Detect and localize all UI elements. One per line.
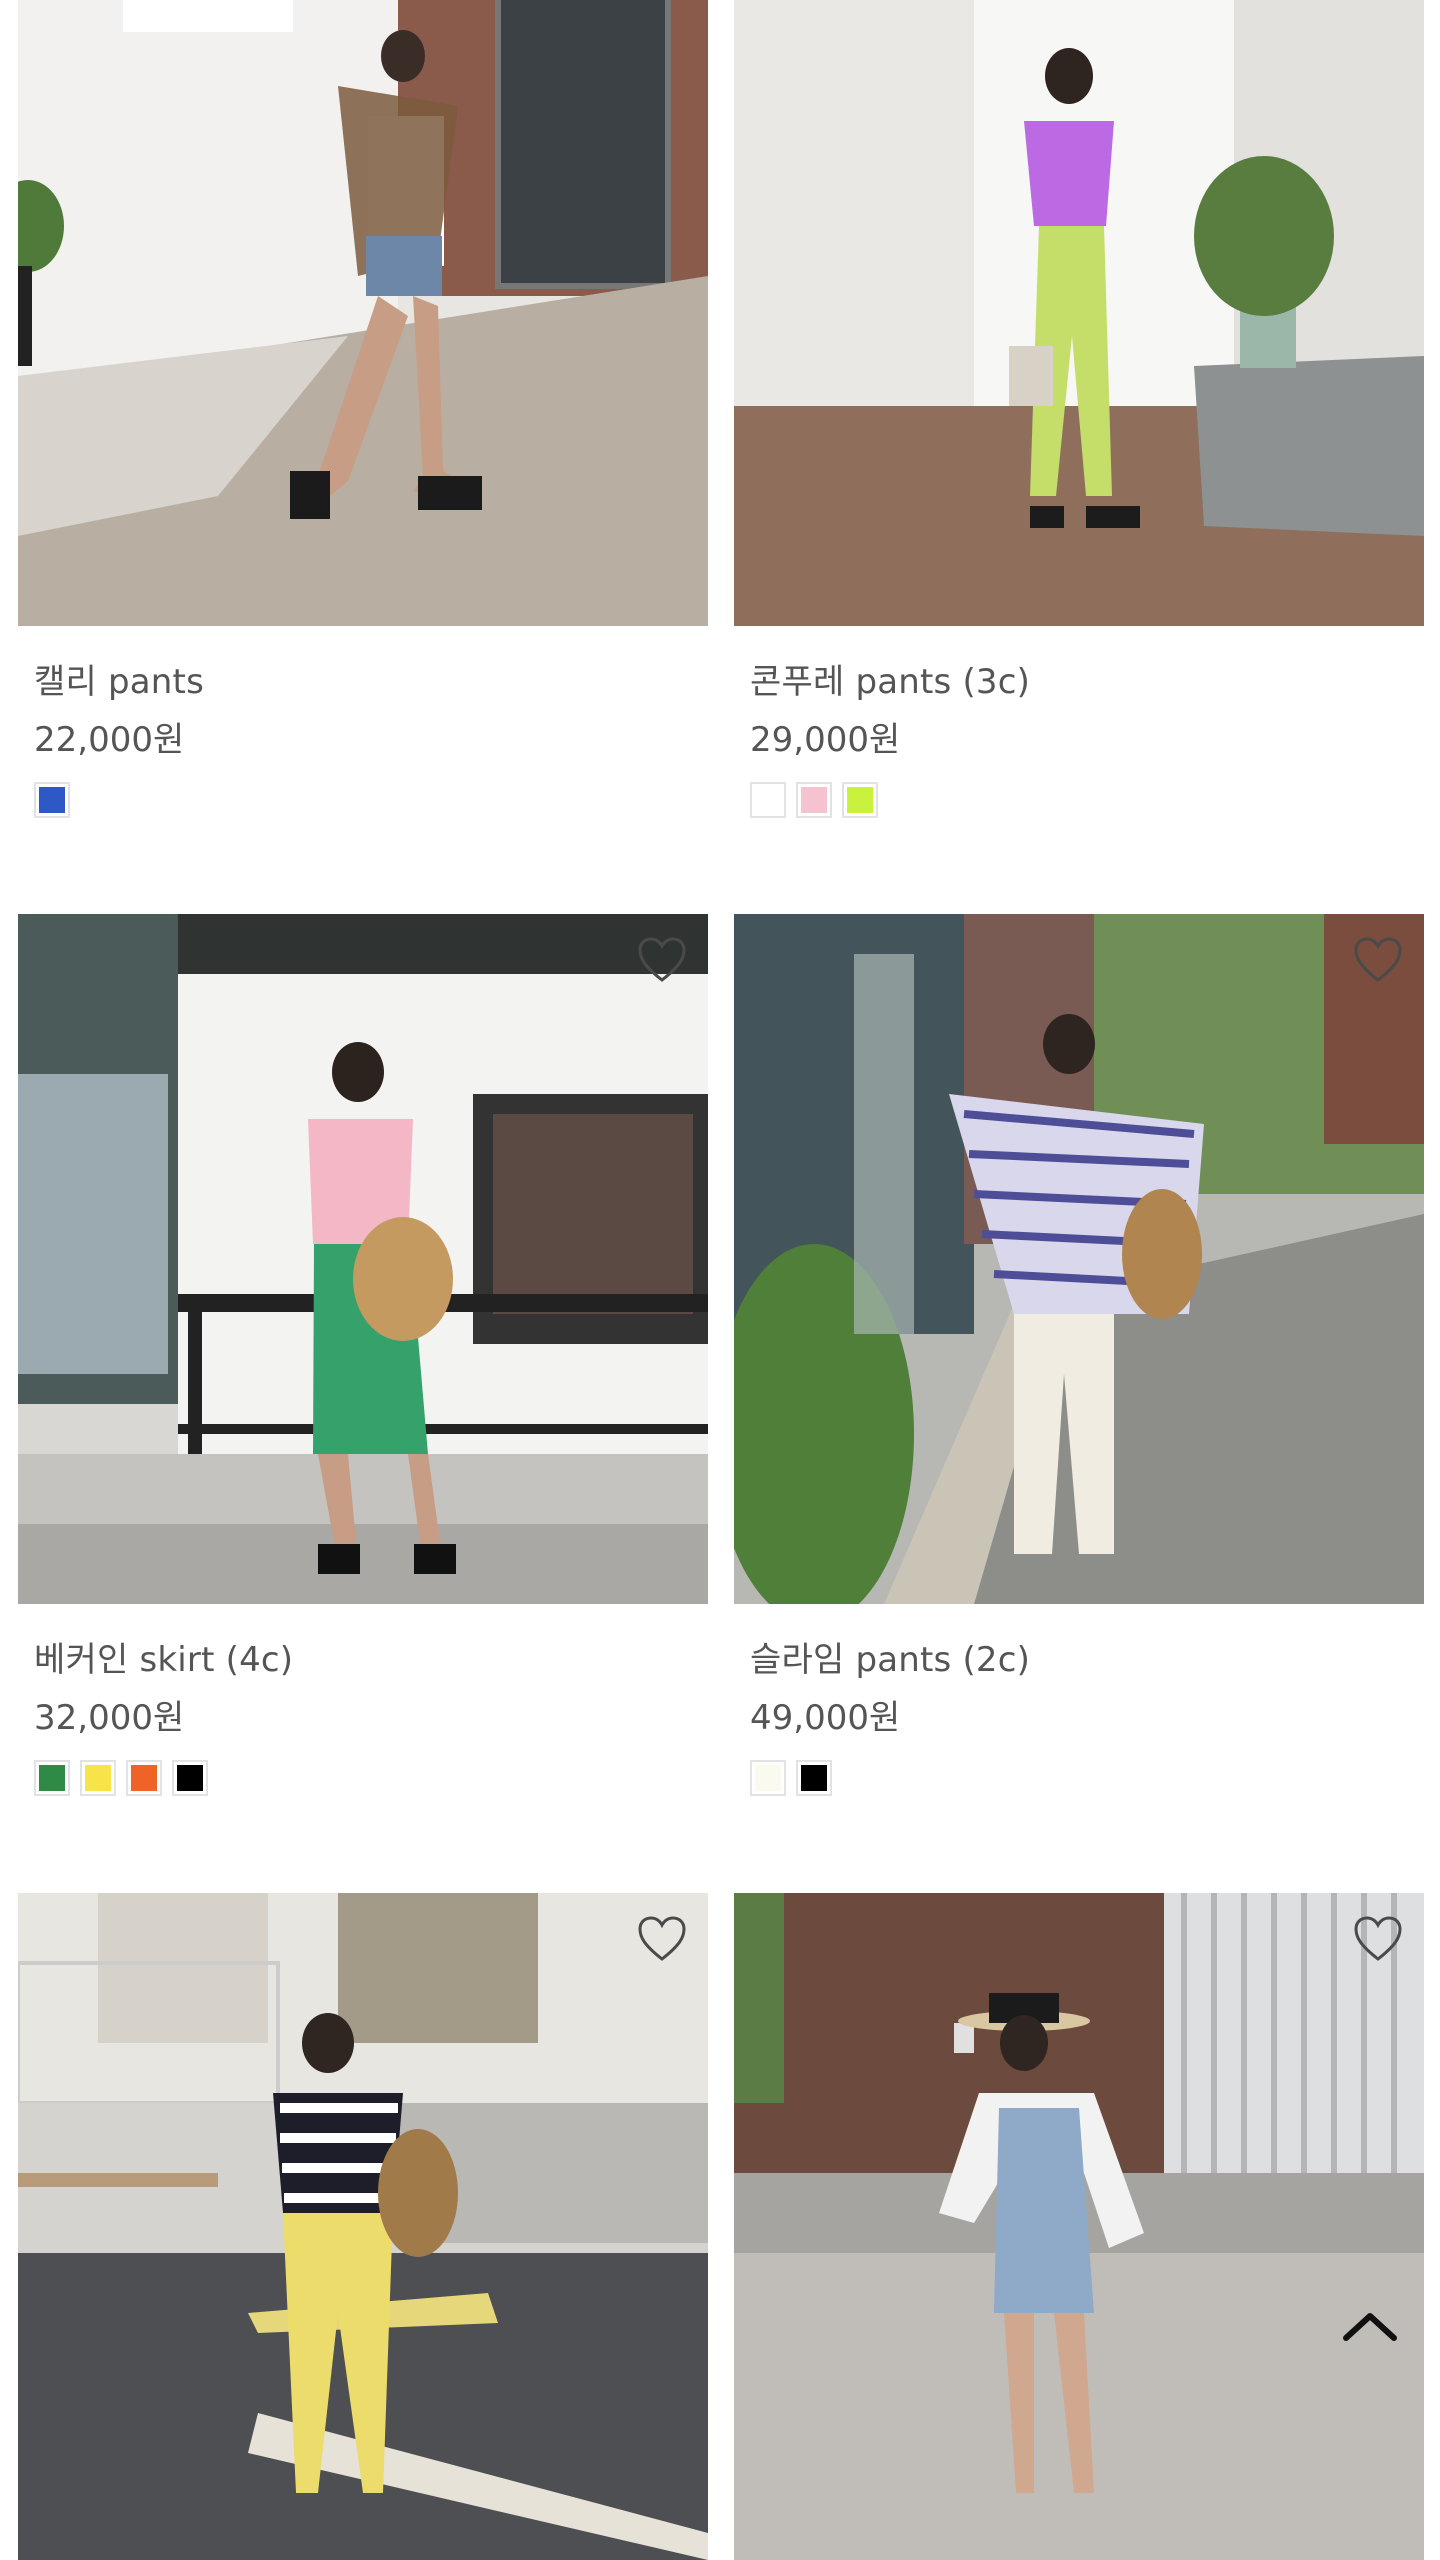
product-image[interactable]: [734, 0, 1424, 626]
product-image[interactable]: [734, 914, 1424, 1604]
product-name[interactable]: 베커인 skirt (4c): [34, 1632, 293, 1681]
product-card[interactable]: [18, 1893, 708, 2560]
color-swatch[interactable]: [796, 1760, 832, 1796]
product-price: 49,000원: [750, 1698, 901, 1738]
product-name[interactable]: 슬라임 pants (2c): [750, 1632, 1030, 1681]
wishlist-heart-icon[interactable]: [1350, 932, 1406, 988]
color-swatches: [34, 782, 70, 818]
product-card[interactable]: 캘리 pants 22,000원: [18, 0, 708, 860]
color-swatches: [750, 782, 878, 818]
product-price: 29,000원: [750, 720, 901, 760]
wishlist-heart-icon[interactable]: [1350, 1911, 1406, 1967]
color-swatch[interactable]: [80, 1760, 116, 1796]
product-card[interactable]: [734, 1893, 1424, 2560]
product-name[interactable]: 캘리 pants: [34, 654, 204, 703]
product-price: 32,000원: [34, 1698, 185, 1738]
color-swatch[interactable]: [750, 782, 786, 818]
product-image[interactable]: [18, 0, 708, 626]
product-card[interactable]: 베커인 skirt (4c) 32,000원: [18, 914, 708, 1796]
product-image[interactable]: [734, 1893, 1424, 2560]
product-grid: 캘리 pants 22,000원 콘푸레 pants (3c) 29,000원 …: [0, 0, 1440, 2560]
product-name[interactable]: 콘푸레 pants (3c): [750, 654, 1030, 703]
color-swatch[interactable]: [126, 1760, 162, 1796]
color-swatch[interactable]: [34, 1760, 70, 1796]
color-swatch[interactable]: [172, 1760, 208, 1796]
product-image[interactable]: [18, 1893, 708, 2560]
product-card[interactable]: 슬라임 pants (2c) 49,000원: [734, 914, 1424, 1796]
color-swatch[interactable]: [842, 782, 878, 818]
color-swatch[interactable]: [34, 782, 70, 818]
color-swatches: [34, 1760, 208, 1796]
wishlist-heart-icon[interactable]: [634, 932, 690, 988]
product-image[interactable]: [18, 914, 708, 1604]
color-swatch[interactable]: [750, 1760, 786, 1796]
wishlist-heart-icon[interactable]: [634, 1911, 690, 1967]
product-price: 22,000원: [34, 720, 185, 760]
product-card[interactable]: 콘푸레 pants (3c) 29,000원: [734, 0, 1424, 860]
chevron-up-icon: [1343, 2313, 1397, 2341]
color-swatches: [750, 1760, 832, 1796]
color-swatch[interactable]: [796, 782, 832, 818]
scroll-to-top-button[interactable]: [1340, 2308, 1400, 2344]
